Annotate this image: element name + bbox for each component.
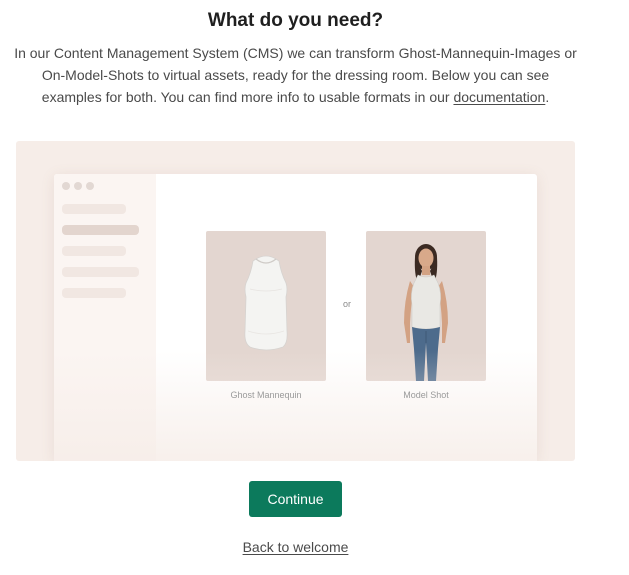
sidebar-placeholder: [62, 204, 126, 214]
or-separator: or: [342, 299, 351, 309]
model-shot-image: [366, 231, 486, 381]
page-title: What do you need?: [207, 10, 384, 31]
cms-window-mockup: or Ghost Mannequin Model Shot: [54, 174, 537, 461]
sidebar-placeholder: [62, 267, 139, 277]
window-controls: [62, 182, 94, 190]
ghost-mannequin-image: [206, 231, 326, 381]
window-dot: [74, 182, 82, 190]
window-dot: [62, 182, 70, 190]
ghost-mannequin-caption: Ghost Mannequin: [230, 390, 302, 400]
sidebar-placeholder: [62, 246, 126, 256]
back-to-welcome-link[interactable]: Back to welcome: [243, 539, 349, 555]
documentation-link[interactable]: documentation: [453, 89, 545, 105]
back-link-container: Back to welcome: [0, 539, 591, 555]
window-dot: [86, 182, 94, 190]
description-end: .: [545, 89, 550, 105]
sidebar-placeholder: [62, 288, 126, 298]
model-shot-caption: Model Shot: [403, 390, 449, 400]
mockup-sidebar: [54, 174, 156, 461]
sidebar-placeholder-active: [62, 225, 139, 235]
page-description: In our Content Management System (CMS) w…: [12, 42, 579, 108]
continue-button[interactable]: Continue: [249, 481, 342, 517]
example-illustration: or Ghost Mannequin Model Shot: [16, 141, 575, 461]
